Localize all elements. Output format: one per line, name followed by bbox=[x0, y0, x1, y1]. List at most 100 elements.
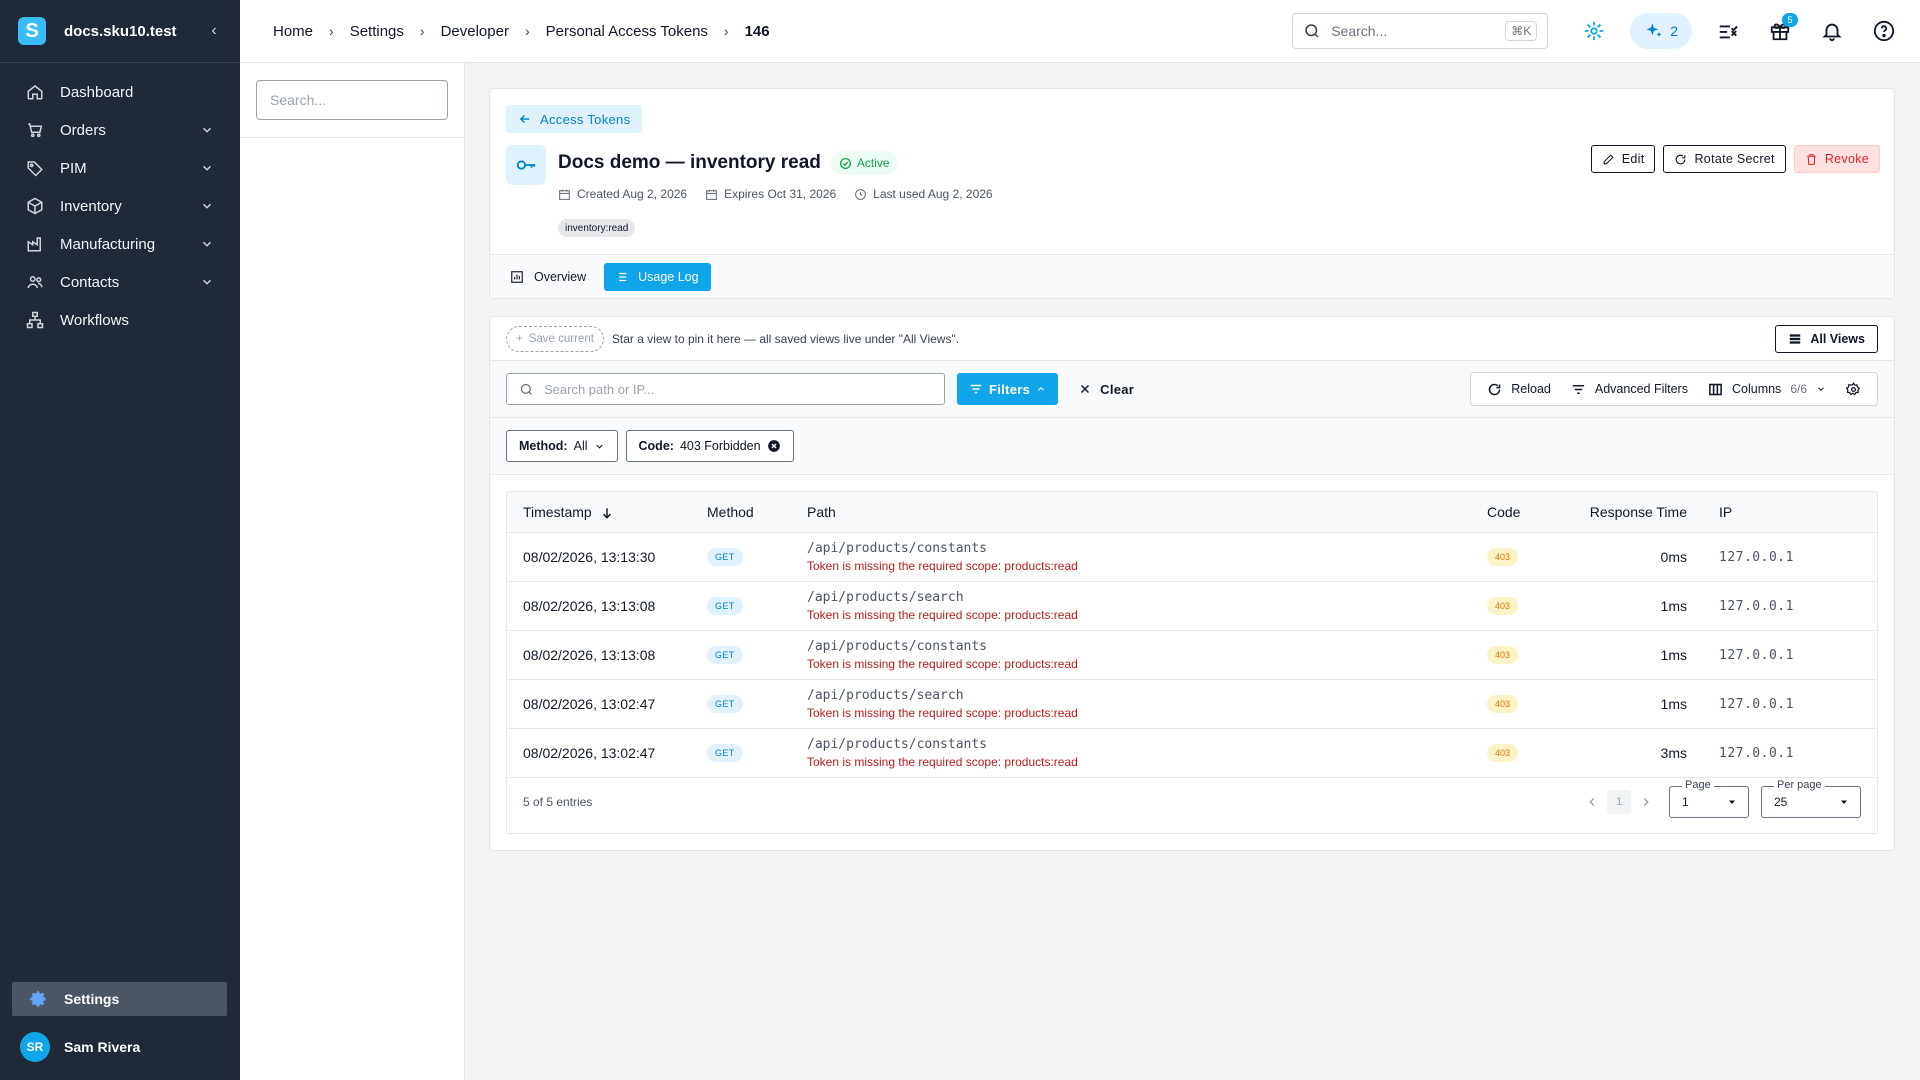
table-row[interactable]: 08/02/2026, 13:13:08 GET /api/products/c… bbox=[507, 630, 1877, 679]
back-to-access-tokens-button[interactable]: Access Tokens bbox=[506, 105, 643, 133]
sidebar-item-dashboard[interactable]: Dashboard bbox=[0, 73, 240, 111]
sidebar-item-orders[interactable]: Orders bbox=[0, 111, 240, 149]
cell-method: GET bbox=[707, 630, 807, 679]
saved-views-bar: + Save current Star a view to pin it her… bbox=[490, 317, 1894, 361]
prev-page-icon[interactable] bbox=[1585, 795, 1599, 809]
breadcrumb-home[interactable]: Home bbox=[273, 23, 313, 40]
main-content: Access Tokens Docs demo — inventory read… bbox=[489, 88, 1895, 851]
code-filter-chip[interactable]: Code: 403 Forbidden bbox=[625, 430, 794, 462]
cell-timestamp: 08/02/2026, 13:13:08 bbox=[523, 646, 656, 663]
cell-timestamp: 08/02/2026, 13:02:47 bbox=[523, 695, 656, 712]
brand-name[interactable]: docs.sku10.test bbox=[64, 23, 204, 40]
edit-button[interactable]: Edit bbox=[1590, 145, 1656, 173]
trash-icon bbox=[1806, 153, 1816, 165]
tab-overview[interactable]: Overview bbox=[500, 263, 598, 291]
edit-label: Edit bbox=[1621, 152, 1645, 166]
sidebar-item-inventory[interactable]: Inventory bbox=[0, 187, 240, 225]
breadcrumb-developer[interactable]: Developer bbox=[441, 23, 509, 40]
sidebar-item-manufacturing[interactable]: Manufacturing bbox=[0, 225, 240, 263]
avatar[interactable]: SR bbox=[20, 1032, 50, 1062]
key-icon bbox=[506, 145, 546, 185]
column-header-timestamp[interactable]: Timestamp bbox=[507, 492, 707, 533]
table-row[interactable]: 08/02/2026, 13:02:47 GET /api/products/s… bbox=[507, 679, 1877, 728]
tasks-icon[interactable] bbox=[1708, 11, 1748, 51]
error-message: Token is missing the required scope: pro… bbox=[807, 656, 1078, 671]
tab-label: Overview bbox=[534, 269, 587, 284]
clock-icon bbox=[855, 188, 867, 200]
reload-button[interactable]: Reload bbox=[1477, 374, 1561, 404]
sidebar-item-settings[interactable]: Settings bbox=[12, 982, 227, 1016]
chevron-down-icon[interactable] bbox=[200, 123, 214, 137]
home-icon bbox=[27, 85, 43, 100]
gift-icon[interactable]: 5 bbox=[1760, 11, 1800, 51]
column-header-code[interactable]: Code bbox=[1487, 492, 1587, 533]
chevron-down-icon[interactable] bbox=[200, 275, 214, 289]
columns-button[interactable]: Columns 6/6 bbox=[1698, 374, 1836, 404]
log-search-input[interactable]: Search path or IP... bbox=[506, 373, 945, 405]
error-message: Token is missing the required scope: pro… bbox=[807, 705, 1078, 720]
bell-icon[interactable] bbox=[1812, 11, 1852, 51]
code-badge: 403 bbox=[1487, 597, 1519, 615]
cell-response-time: 3ms bbox=[1660, 744, 1687, 761]
breadcrumb-tokens[interactable]: Personal Access Tokens bbox=[546, 23, 708, 40]
column-header-ip[interactable]: IP bbox=[1687, 492, 1877, 533]
panel-search-input[interactable]: Search... bbox=[256, 80, 448, 120]
filters-button[interactable]: Filters bbox=[957, 373, 1059, 405]
method-badge: GET bbox=[707, 597, 743, 615]
user-profile[interactable]: SR Sam Rivera bbox=[20, 1032, 140, 1062]
clear-filters-button[interactable]: Clear bbox=[1070, 373, 1142, 405]
breadcrumb-settings[interactable]: Settings bbox=[350, 23, 404, 40]
method-filter-chip[interactable]: Method: All bbox=[506, 430, 618, 462]
box-icon bbox=[27, 197, 43, 215]
table-tools: Reload Advanced Filters Columns 6/6 bbox=[1470, 372, 1878, 406]
column-header-path[interactable]: Path bbox=[807, 492, 1487, 533]
request-path: /api/products/constants bbox=[807, 540, 988, 556]
cell-code: 403 bbox=[1487, 679, 1587, 728]
sidebar-item-contacts[interactable]: Contacts bbox=[0, 263, 240, 301]
tab-usage-log[interactable]: Usage Log bbox=[604, 262, 711, 291]
sidebar-item-label: Manufacturing bbox=[60, 235, 156, 253]
chevron-down-icon bbox=[1818, 387, 1824, 391]
breadcrumb: Home › Settings › Developer › Personal A… bbox=[240, 23, 1292, 40]
global-search-input[interactable]: Search... ⌘K bbox=[1292, 13, 1549, 49]
table-row[interactable]: 08/02/2026, 13:02:47 GET /api/products/c… bbox=[507, 728, 1877, 777]
page-select[interactable]: Page 1 bbox=[1669, 779, 1749, 818]
remove-filter-icon[interactable] bbox=[767, 439, 781, 453]
rotate-secret-button[interactable]: Rotate Secret bbox=[1663, 145, 1786, 173]
rotate-label: Rotate Secret bbox=[1694, 152, 1775, 166]
log-toolbar: Search path or IP... Filters Clear Reloa… bbox=[490, 361, 1894, 418]
cell-ip: 127.0.0.1 bbox=[1687, 728, 1877, 777]
filter-lines-icon bbox=[1572, 384, 1584, 394]
save-current-label: Save current bbox=[528, 332, 594, 345]
sidebar-item-workflows[interactable]: Workflows bbox=[0, 301, 240, 339]
chevron-down-icon[interactable] bbox=[200, 161, 214, 175]
table-row[interactable]: 08/02/2026, 13:13:08 GET /api/products/s… bbox=[507, 581, 1877, 630]
page-select-value: 1 bbox=[1682, 795, 1689, 809]
next-page-icon[interactable] bbox=[1639, 795, 1653, 809]
table-row[interactable]: 08/02/2026, 13:13:30 GET /api/products/c… bbox=[507, 532, 1877, 581]
per-page-select-label: Per page bbox=[1774, 779, 1825, 791]
sparkle-icon[interactable] bbox=[1574, 11, 1614, 51]
advanced-filters-button[interactable]: Advanced Filters bbox=[1561, 374, 1698, 404]
column-header-response-time[interactable]: Response Time bbox=[1587, 492, 1687, 533]
page-number[interactable]: 1 bbox=[1607, 790, 1631, 814]
chevron-down-icon[interactable] bbox=[200, 199, 214, 213]
per-page-select[interactable]: Per page 25 bbox=[1761, 779, 1861, 818]
cell-response-time: 1ms bbox=[1660, 695, 1687, 712]
table-icon bbox=[1790, 333, 1801, 344]
calendar-icon bbox=[559, 189, 570, 200]
ai-assistant-button[interactable]: 2 bbox=[1630, 13, 1692, 49]
sort-desc-icon bbox=[602, 508, 611, 519]
collapse-sidebar-icon[interactable]: ‹ bbox=[204, 22, 224, 40]
table-settings-button[interactable] bbox=[1836, 374, 1871, 404]
method-badge: GET bbox=[707, 548, 743, 566]
method-badge: GET bbox=[707, 695, 743, 713]
help-icon[interactable] bbox=[1864, 11, 1904, 51]
chevron-down-icon[interactable] bbox=[200, 237, 214, 251]
sidebar-item-pim[interactable]: PIM bbox=[0, 149, 240, 187]
all-views-button[interactable]: All Views bbox=[1775, 324, 1878, 353]
column-header-method[interactable]: Method bbox=[707, 492, 807, 533]
brand-logo[interactable]: S bbox=[18, 17, 46, 45]
save-current-view-button[interactable]: + Save current bbox=[506, 325, 604, 352]
revoke-button[interactable]: Revoke bbox=[1793, 145, 1880, 173]
